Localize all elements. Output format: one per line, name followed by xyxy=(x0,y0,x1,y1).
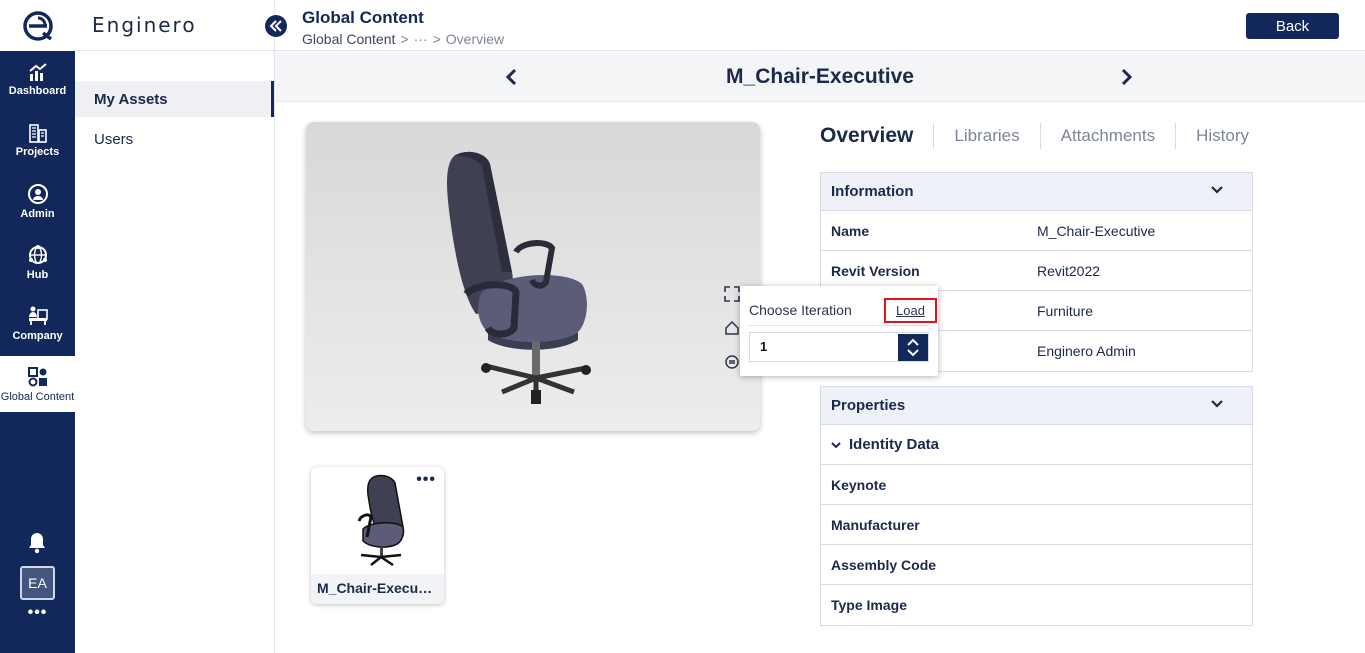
property-key: Type Image xyxy=(831,597,907,613)
rail-item-projects[interactable]: Projects xyxy=(0,112,75,168)
back-button[interactable]: Back xyxy=(1246,13,1339,39)
rotate-icon[interactable] xyxy=(724,354,740,370)
sidenav-item-my-assets[interactable]: My Assets xyxy=(75,81,274,117)
info-value: Enginero Admin xyxy=(1037,343,1136,359)
breadcrumb: Global Content > ··· > Overview xyxy=(302,31,504,47)
brand-name: Enginero xyxy=(92,13,197,37)
more-menu-icon[interactable]: ••• xyxy=(0,604,75,622)
buildings-icon xyxy=(28,123,47,143)
chevron-down-icon[interactable] xyxy=(1210,399,1224,409)
rail-item-label: Dashboard xyxy=(8,84,67,97)
divider xyxy=(749,325,929,326)
load-link[interactable]: Load xyxy=(884,298,937,323)
divider xyxy=(75,50,275,51)
chair-model-image xyxy=(447,151,591,404)
breadcrumb-separator: > xyxy=(432,31,441,47)
rail-item-label: Admin xyxy=(20,207,55,220)
property-row: Type Image xyxy=(821,585,1252,625)
chevron-down-icon[interactable] xyxy=(1210,185,1224,195)
home-icon[interactable] xyxy=(724,320,740,336)
info-row: Revit Version Revit2022 xyxy=(821,251,1252,291)
viewer-toolbar xyxy=(724,286,740,370)
rail-item-company[interactable]: Company xyxy=(0,295,75,351)
chevron-down-icon[interactable] xyxy=(906,348,920,357)
info-value: Furniture xyxy=(1037,302,1094,319)
avatar[interactable]: EA xyxy=(20,566,55,600)
property-row: Manufacturer xyxy=(821,505,1252,545)
model-viewer[interactable] xyxy=(306,122,760,431)
property-key: Manufacturer xyxy=(831,516,920,533)
thumbnail-label: M_Chair-Execu… xyxy=(311,574,444,604)
rail-item-global-content[interactable]: Global Content xyxy=(0,356,75,412)
fullscreen-icon[interactable] xyxy=(724,286,740,302)
page-title: Global Content xyxy=(302,8,424,27)
info-key: Revit Version xyxy=(831,262,920,279)
rail-item-label: Company xyxy=(12,329,63,342)
double-chevron-left-icon xyxy=(269,20,282,32)
rail-item-dashboard[interactable]: Dashboard xyxy=(0,51,75,107)
icon-rail: Dashboard Projects Admin Hub Company Glo… xyxy=(0,0,75,653)
properties-panel: Properties Identity Data Keynote Manufac… xyxy=(820,386,1253,626)
info-row: Name M_Chair-Executive xyxy=(821,211,1252,251)
top-header: Global Content Global Content > ··· > Ov… xyxy=(275,0,1365,51)
side-navigation: Enginero My Assets Users xyxy=(75,0,275,653)
rail-item-hub[interactable]: Hub xyxy=(0,234,75,290)
user-circle-icon xyxy=(27,183,48,204)
iteration-stepper[interactable] xyxy=(898,334,928,361)
properties-header[interactable]: Properties xyxy=(821,387,1252,425)
info-value: Revit2022 xyxy=(1037,262,1101,279)
breadcrumb-ellipsis[interactable]: ··· xyxy=(414,31,428,47)
identity-data-group[interactable]: Identity Data xyxy=(821,425,1252,465)
bell-icon[interactable] xyxy=(26,530,48,559)
property-key: Assembly Code xyxy=(831,556,937,573)
company-icon xyxy=(28,306,48,325)
thumbnail-menu-icon[interactable]: ••• xyxy=(416,471,436,489)
enginero-logo-icon[interactable] xyxy=(0,0,75,51)
rail-item-label: Projects xyxy=(15,145,60,158)
iteration-thumbnail-card[interactable]: ••• M_Chair-Execu… xyxy=(311,467,444,604)
breadcrumb-root[interactable]: Global Content xyxy=(302,31,395,47)
breadcrumb-separator: > xyxy=(400,31,409,47)
property-key: Keynote xyxy=(831,476,887,493)
rail-item-label: Hub xyxy=(26,268,49,281)
breadcrumb-current: Overview xyxy=(445,31,505,47)
rail-item-label: Global Content xyxy=(0,390,75,403)
globe-hub-icon xyxy=(28,244,47,264)
asset-title: M_Chair-Executive xyxy=(726,65,914,88)
properties-title: Properties xyxy=(831,397,906,414)
choose-iteration-popup: Choose Iteration Load 1 xyxy=(740,286,938,376)
next-asset-chevron-icon[interactable] xyxy=(1120,67,1134,92)
tab-attachments[interactable]: Attachments xyxy=(1039,123,1176,149)
sidenav-item-users[interactable]: Users xyxy=(75,121,274,157)
info-key: Name xyxy=(831,222,870,239)
tab-libraries[interactable]: Libraries xyxy=(933,123,1039,149)
identity-data-label: Identity Data xyxy=(849,436,940,453)
grid-shapes-icon xyxy=(27,366,47,386)
collapse-sidebar-button[interactable] xyxy=(265,15,287,37)
property-row: Keynote xyxy=(821,465,1252,505)
information-title: Information xyxy=(831,183,914,200)
tab-overview[interactable]: Overview xyxy=(820,123,933,149)
info-value: M_Chair-Executive xyxy=(1037,222,1156,239)
asset-title-bar: M_Chair-Executive xyxy=(275,52,1365,102)
chevron-down-icon xyxy=(831,441,841,448)
tab-history[interactable]: History xyxy=(1175,123,1269,149)
information-header[interactable]: Information xyxy=(821,173,1252,211)
chevron-up-icon[interactable] xyxy=(906,338,920,347)
choose-iteration-label: Choose Iteration xyxy=(749,302,852,318)
property-row: Assembly Code xyxy=(821,545,1252,585)
chart-growth-icon xyxy=(28,62,47,81)
rail-item-admin[interactable]: Admin xyxy=(0,173,75,229)
detail-tabs: Overview Libraries Attachments History xyxy=(820,123,1269,149)
